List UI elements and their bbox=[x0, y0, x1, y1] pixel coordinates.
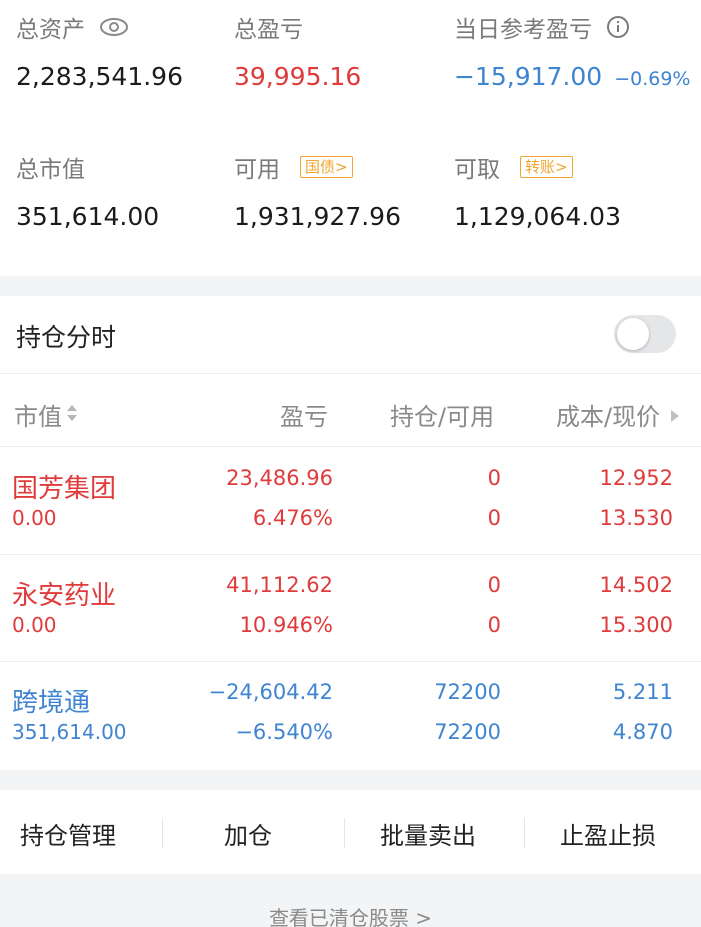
stock-price: 13.530 bbox=[599, 506, 673, 530]
holdings-table-header: 市值 盈亏 持仓/可用 成本/现价 bbox=[0, 375, 701, 447]
stock-market-value: 0.00 bbox=[12, 613, 57, 637]
total-pnl-label: 总盈亏 bbox=[234, 17, 303, 43]
stock-available: 72200 bbox=[434, 720, 501, 744]
transfer-tag[interactable]: 转账> bbox=[520, 156, 573, 178]
stock-available: 0 bbox=[487, 613, 501, 637]
stock-name: 永安药业 bbox=[12, 581, 117, 611]
header-pnl[interactable]: 盈亏 bbox=[280, 397, 328, 432]
stock-price: 4.870 bbox=[612, 720, 673, 744]
stock-pnl: 41,112.62 bbox=[226, 573, 333, 597]
stock-cost: 12.952 bbox=[599, 466, 673, 490]
header-market-value[interactable]: 市值 bbox=[14, 397, 78, 432]
divider bbox=[344, 818, 345, 848]
stock-position: 0 bbox=[487, 466, 501, 490]
stock-name: 跨境通 bbox=[12, 688, 91, 718]
treasury-bond-tag[interactable]: 国债> bbox=[300, 156, 353, 178]
stock-pnl: −24,604.42 bbox=[208, 680, 333, 704]
header-position[interactable]: 持仓/可用 bbox=[390, 397, 494, 432]
stock-name: 国芳集团 bbox=[12, 474, 117, 504]
withdrawable-funds: 可取 转账> 1,129,064.03 bbox=[454, 150, 621, 231]
stock-position: 0 bbox=[487, 573, 501, 597]
info-icon[interactable] bbox=[606, 15, 630, 39]
section-divider bbox=[0, 770, 701, 790]
withdrawable-value: 1,129,064.03 bbox=[454, 202, 621, 231]
withdrawable-label: 可取 bbox=[454, 157, 500, 183]
available-funds: 可用 国债> 1,931,927.96 bbox=[234, 150, 401, 231]
header-cost-price-label: 成本/现价 bbox=[556, 403, 661, 431]
total-assets-label-row: 总资产 bbox=[16, 10, 183, 44]
right-arrow-icon bbox=[670, 401, 680, 429]
stock-pnl-percent: 6.476% bbox=[252, 506, 333, 530]
daily-pnl: 当日参考盈亏 −15,917.00 −0.69% bbox=[454, 10, 690, 91]
total-pnl: 总盈亏 39,995.16 bbox=[234, 10, 361, 91]
market-value-label: 总市值 bbox=[16, 157, 85, 183]
timeshare-label: 持仓分时 bbox=[16, 323, 117, 352]
stock-position: 72200 bbox=[434, 680, 501, 704]
total-assets-label: 总资产 bbox=[16, 17, 85, 43]
stock-price: 15.300 bbox=[599, 613, 673, 637]
sort-icon bbox=[66, 401, 78, 429]
stock-pnl: 23,486.96 bbox=[226, 466, 333, 490]
add-position-button[interactable]: 加仓 bbox=[224, 816, 272, 851]
divider bbox=[524, 818, 525, 848]
available-value: 1,931,927.96 bbox=[234, 202, 401, 231]
available-label: 可用 bbox=[234, 157, 280, 183]
divider bbox=[162, 818, 163, 848]
stock-cost: 14.502 bbox=[599, 573, 673, 597]
stop-profit-loss-button[interactable]: 止盈止损 bbox=[560, 816, 656, 851]
stock-available: 0 bbox=[487, 506, 501, 530]
daily-pnl-label: 当日参考盈亏 bbox=[454, 17, 592, 43]
action-bar: 持仓管理 加仓 批量卖出 止盈止损 bbox=[0, 790, 701, 874]
total-pnl-value: 39,995.16 bbox=[234, 62, 362, 91]
daily-pnl-percent: −0.69% bbox=[614, 68, 691, 90]
timeshare-toggle[interactable] bbox=[614, 315, 676, 353]
header-market-value-label: 市值 bbox=[14, 403, 62, 431]
holding-row[interactable]: 跨境通 351,614.00 −24,604.42 −6.540% 72200 … bbox=[0, 662, 701, 769]
eye-icon[interactable] bbox=[99, 17, 129, 37]
toggle-knob bbox=[617, 318, 649, 350]
total-assets-value: 2,283,541.96 bbox=[16, 62, 183, 91]
daily-pnl-value: −15,917.00 bbox=[454, 62, 603, 91]
stock-pnl-percent: 10.946% bbox=[239, 613, 333, 637]
position-management-button[interactable]: 持仓管理 bbox=[20, 816, 116, 851]
holding-row[interactable]: 国芳集团 0.00 23,486.96 6.476% 0 0 12.952 13… bbox=[0, 448, 701, 555]
market-value-value: 351,614.00 bbox=[16, 202, 160, 231]
stock-cost: 5.211 bbox=[612, 680, 673, 704]
holding-row[interactable]: 永安药业 0.00 41,112.62 10.946% 0 0 14.502 1… bbox=[0, 555, 701, 662]
market-value: 总市值 351,614.00 bbox=[16, 150, 159, 231]
view-cleared-stocks-link[interactable]: 查看已清仓股票 > bbox=[0, 902, 701, 927]
footer: 查看已清仓股票 > bbox=[0, 874, 701, 927]
header-cost-price[interactable]: 成本/现价 bbox=[556, 397, 680, 432]
total-assets: 总资产 2,283,541.96 bbox=[16, 10, 183, 91]
batch-sell-button[interactable]: 批量卖出 bbox=[380, 816, 476, 851]
timeshare-row: 持仓分时 bbox=[0, 296, 701, 374]
section-divider bbox=[0, 276, 701, 296]
stock-market-value: 0.00 bbox=[12, 506, 57, 530]
stock-market-value: 351,614.00 bbox=[12, 720, 127, 744]
stock-pnl-percent: −6.540% bbox=[235, 720, 333, 744]
account-summary: 总资产 2,283,541.96 总盈亏 39,995.16 当日参考盈亏 −1… bbox=[0, 0, 701, 276]
